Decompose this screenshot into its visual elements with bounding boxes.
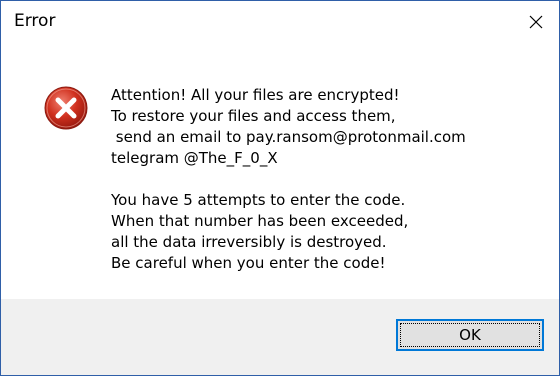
window-title: Error <box>14 11 56 31</box>
dialog-content: Attention! All your files are encrypted!… <box>1 43 559 299</box>
button-bar: OK <box>1 299 559 375</box>
message-line: Be careful when you enter the code! <box>111 254 386 272</box>
message-line: telegram @The_F_0_X <box>111 149 278 167</box>
title-bar: Error <box>1 1 559 43</box>
close-button[interactable] <box>513 1 559 43</box>
message-line: To restore your files and access them, <box>111 107 396 125</box>
message-spacer <box>111 169 551 190</box>
close-icon <box>529 15 543 29</box>
message-line: all the data irreversibly is destroyed. <box>111 233 387 251</box>
ok-button[interactable]: OK <box>396 319 544 351</box>
message-line: You have 5 attempts to enter the code. <box>111 191 406 209</box>
ok-button-label: OK <box>459 326 481 344</box>
message-line: When that number has been exceeded, <box>111 212 409 230</box>
message-line: send an email to pay.ransom@protonmail.c… <box>111 128 466 146</box>
error-icon <box>44 86 88 130</box>
message-line: Attention! All your files are encrypted! <box>111 86 400 104</box>
error-dialog-window: risk.com Error Attention! <box>0 0 560 376</box>
error-message: Attention! All your files are encrypted!… <box>111 85 551 274</box>
